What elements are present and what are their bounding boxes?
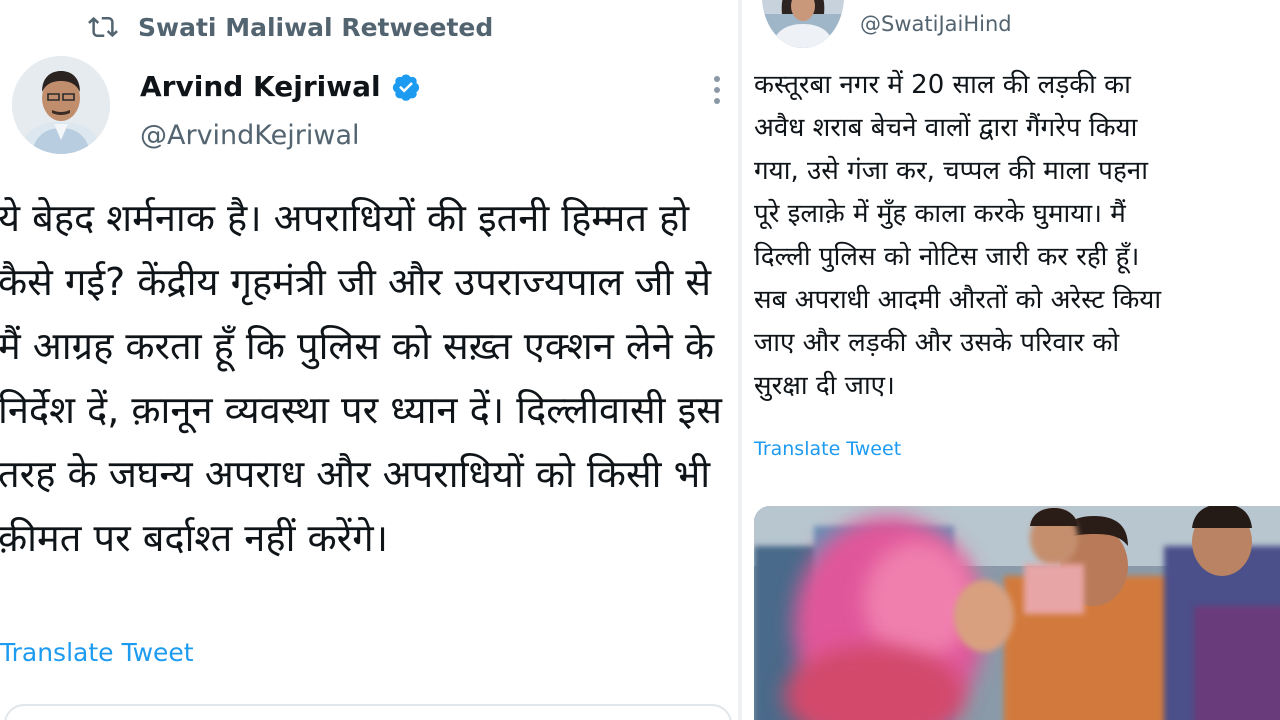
author-display-name[interactable]: Arvind Kejriwal bbox=[140, 70, 421, 103]
retweeted-tweet-panel: Swati Maliwal Retweeted Arvind Kejriwal … bbox=[0, 0, 742, 720]
retweet-icon bbox=[88, 16, 118, 38]
verified-badge-icon bbox=[392, 74, 419, 101]
tweet-text: कस्तूरबा नगर में 20 साल की लड़की का अवैध… bbox=[754, 70, 1162, 401]
more-options-icon[interactable] bbox=[712, 74, 722, 106]
tweet-media-image[interactable] bbox=[754, 506, 1280, 720]
retweet-header: Swati Maliwal Retweeted bbox=[88, 12, 493, 42]
original-tweet-panel: @SwatiJaiHind कस्तूरबा नगर में 20 साल की… bbox=[742, 0, 1280, 720]
author-name-text[interactable]: Arvind Kejriwal bbox=[140, 70, 381, 103]
retweet-header-text[interactable]: Swati Maliwal Retweeted bbox=[138, 13, 493, 42]
avatar[interactable] bbox=[762, 0, 844, 48]
author-handle[interactable]: @ArvindKejriwal bbox=[140, 120, 360, 151]
quoted-tweet-card[interactable] bbox=[4, 704, 732, 720]
avatar[interactable] bbox=[12, 56, 110, 154]
translate-tweet-link[interactable]: Translate Tweet bbox=[0, 638, 194, 667]
author-handle[interactable]: @SwatiJaiHind bbox=[860, 12, 1012, 36]
tweet-text: ये बेहद शर्मनाक है। अपराधियों की इतनी हि… bbox=[0, 196, 722, 560]
translate-tweet-link[interactable]: Translate Tweet bbox=[754, 438, 901, 460]
